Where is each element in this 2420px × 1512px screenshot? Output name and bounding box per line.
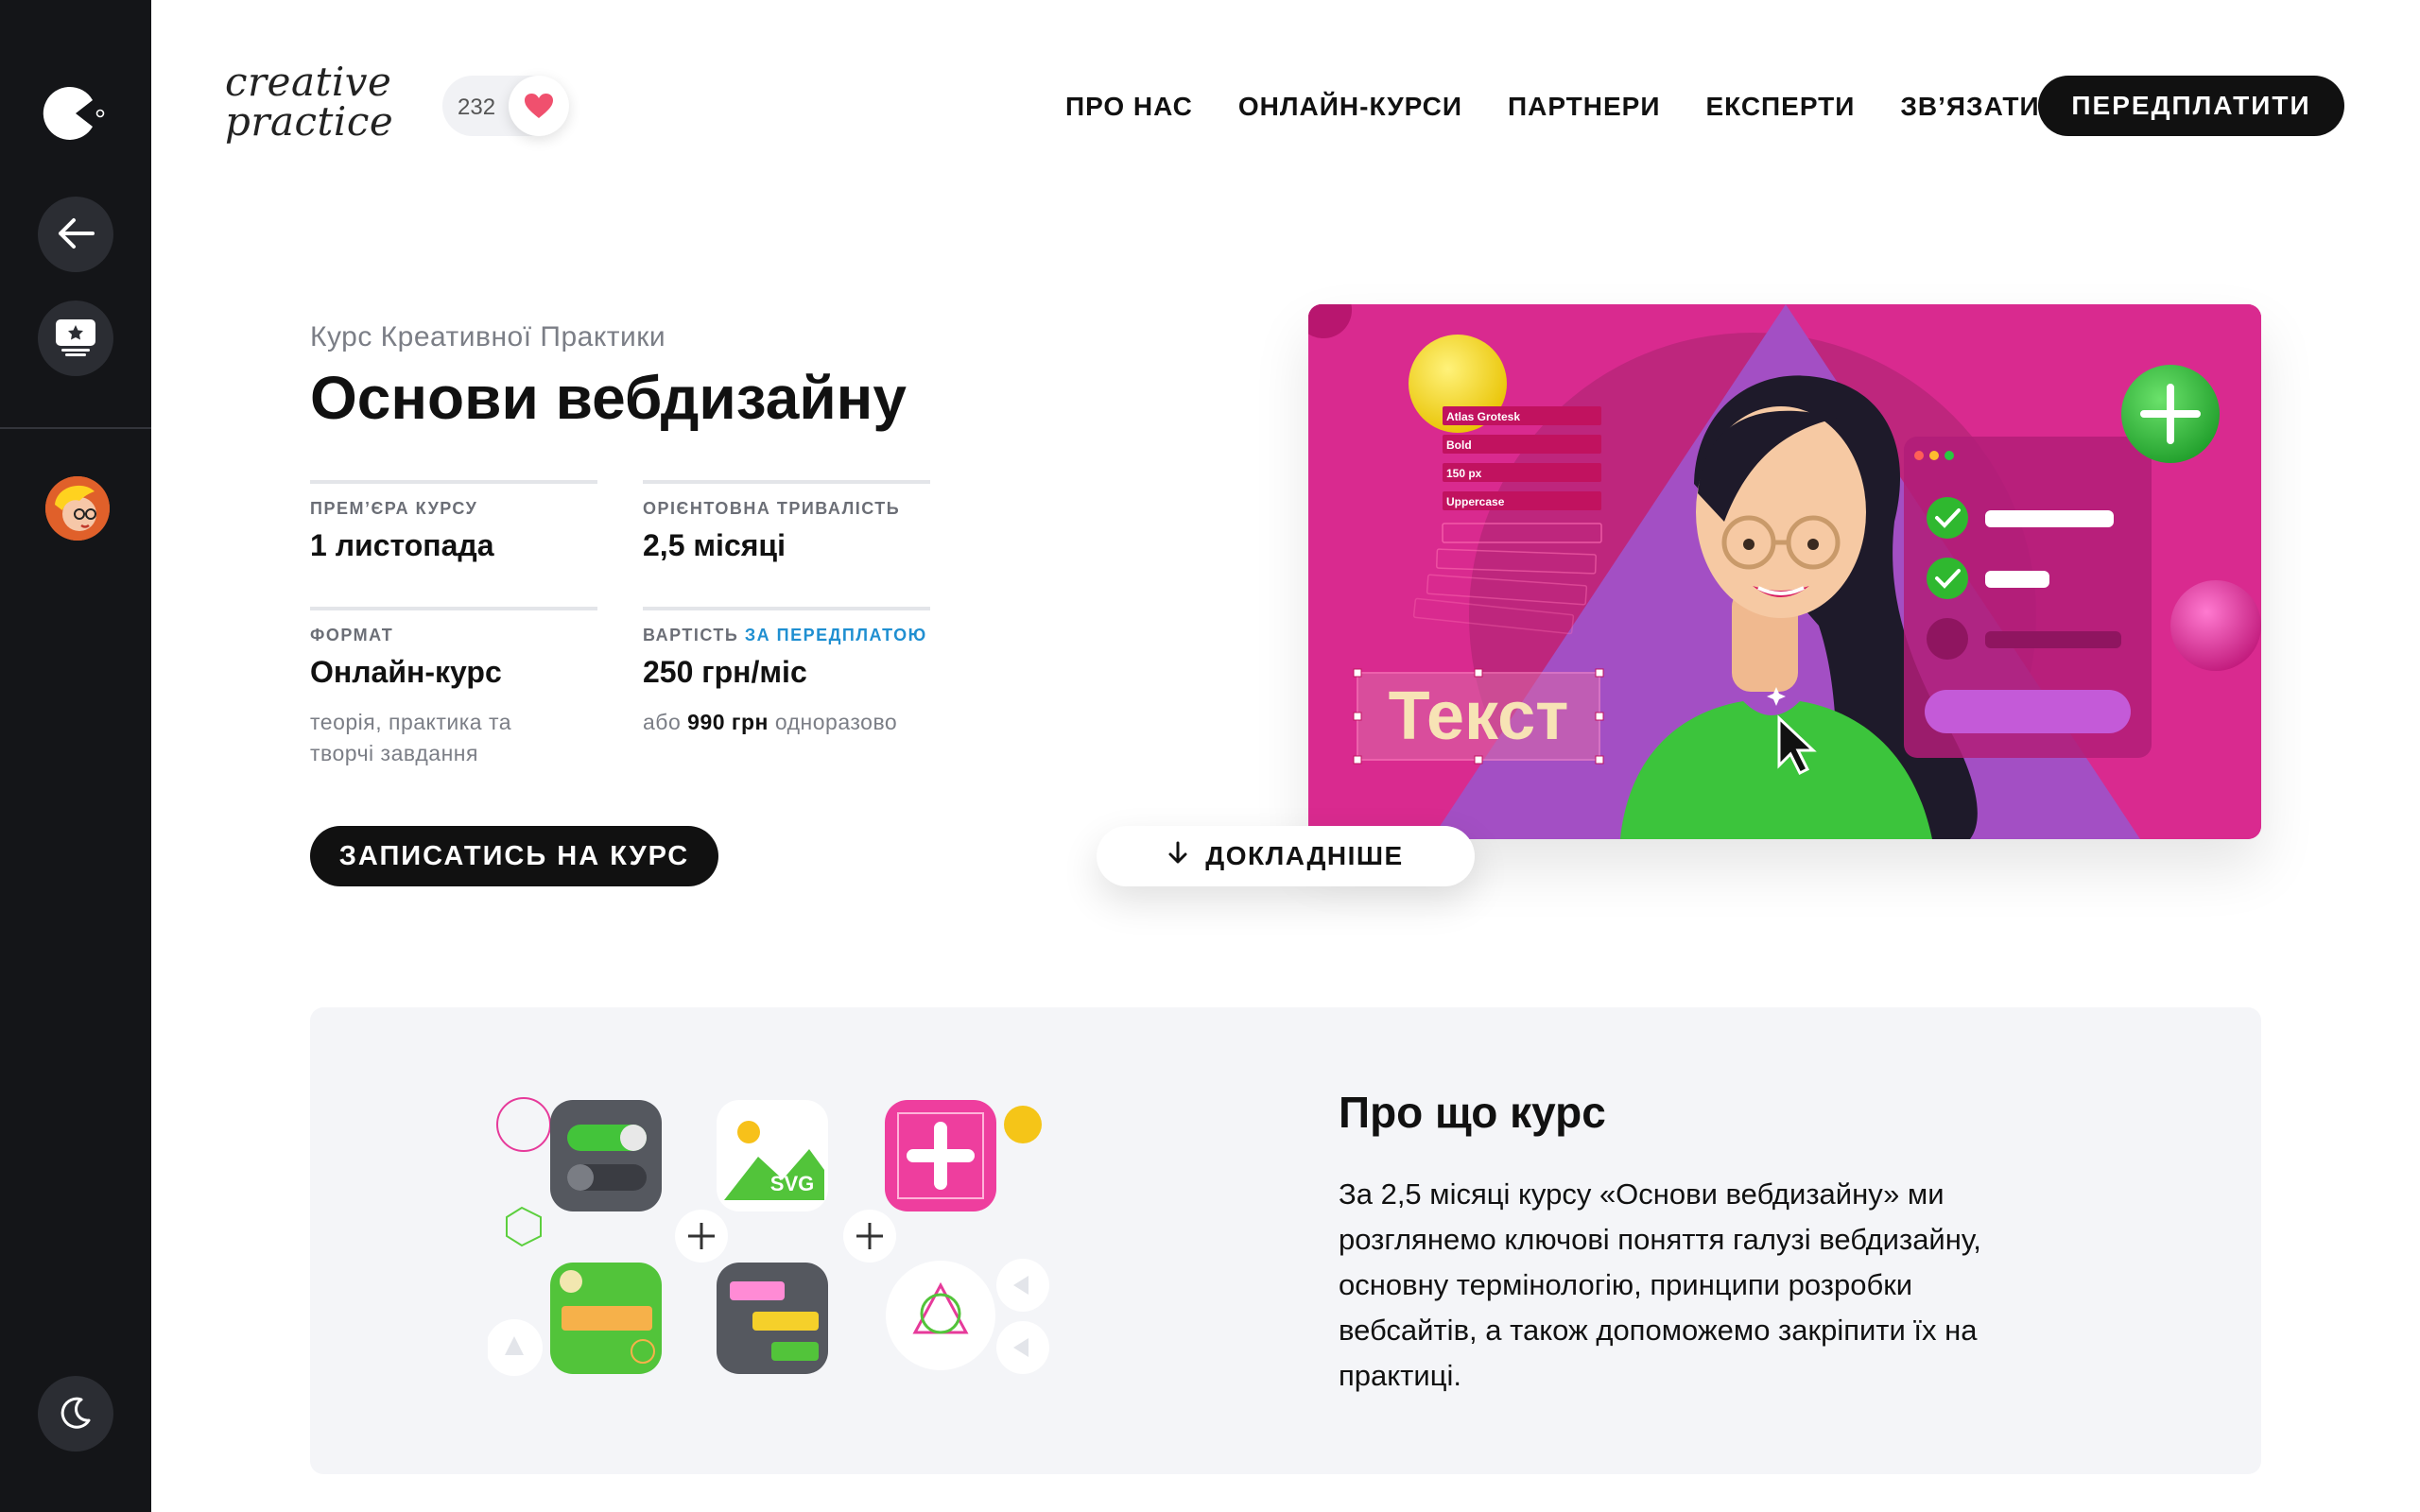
back-button[interactable]: [38, 197, 113, 272]
back-arrow-icon: [55, 213, 96, 257]
nav-item-experts[interactable]: ЕКСПЕРТИ: [1705, 92, 1855, 122]
price-note-suffix: одноразово: [774, 710, 898, 734]
heart-icon: [509, 76, 569, 136]
likes-count: 232: [458, 94, 496, 120]
brand-logo[interactable]: creative practice: [225, 62, 393, 142]
dropdown-size: 150 px: [1446, 467, 1482, 480]
price-label-text: ВАРТІСТЬ: [643, 626, 739, 644]
format-label: ФОРМАТ: [310, 626, 394, 644]
price-note-amount: 990 грн: [687, 710, 769, 734]
moon-icon: [57, 1394, 95, 1435]
price-value: 250 грн/міс: [643, 655, 807, 689]
premiere-block: ПРЕМ’ЄРА КУРСУ 1 листопада: [310, 480, 597, 563]
nav-item-partners[interactable]: ПАРТНЕРИ: [1508, 92, 1660, 122]
sidebar: [0, 0, 151, 1512]
subscribe-button[interactable]: ПЕРЕДПЛАТИТИ: [2038, 76, 2344, 136]
duration-value: 2,5 місяці: [643, 528, 786, 562]
hero-illustration: Текст Atlas Grotesk Bold 150 px Uppercas…: [1308, 304, 2261, 839]
enroll-button[interactable]: ЗАПИСАТИСЬ НА КУРС: [310, 826, 718, 886]
more-label: ДОКЛАДНІШЕ: [1205, 841, 1404, 870]
duration-block: ОРІЄНТОВНА ТРИВАЛІСТЬ 2,5 місяці: [643, 480, 930, 563]
tools-icons: SVG: [486, 1096, 1074, 1399]
page-title: Основи вебдизайну: [310, 364, 907, 432]
hero-sample-text: Текст: [1389, 679, 1569, 754]
premiere-value: 1 листопада: [310, 528, 494, 562]
main-nav: ПРО НАС ОНЛАЙН-КУРСИ ПАРТНЕРИ ЕКСПЕРТИ З…: [1065, 92, 2080, 122]
duration-label: ОРІЄНТОВНА ТРИВАЛІСТЬ: [643, 499, 901, 518]
more-button[interactable]: ДОКЛАДНІШЕ: [1097, 826, 1475, 886]
monitor-star-icon: [54, 318, 97, 360]
logo-icon[interactable]: [38, 83, 113, 144]
theme-toggle-button[interactable]: [38, 1376, 113, 1452]
price-label: ВАРТІСТЬ ЗА ПЕРЕДПЛАТОЮ: [643, 626, 930, 645]
nav-item-courses[interactable]: ОНЛАЙН-КУРСИ: [1238, 92, 1462, 122]
brand-line-1: creative: [225, 59, 392, 105]
about-title: Про що курс: [1339, 1088, 1606, 1137]
format-block: ФОРМАТ Онлайн-курс теорія, практика та т…: [310, 607, 597, 769]
dropdown-weight: Bold: [1446, 438, 1472, 452]
premiere-label: ПРЕМ’ЄРА КУРСУ: [310, 499, 478, 518]
format-note: теорія, практика та творчі завдання: [310, 710, 512, 765]
price-note: або 990 грн одноразово: [643, 707, 930, 738]
price-block: ВАРТІСТЬ ЗА ПЕРЕДПЛАТОЮ 250 грн/міс або …: [643, 607, 930, 738]
nav-item-about[interactable]: ПРО НАС: [1065, 92, 1193, 122]
course-kicker: Курс Креативної Практики: [310, 321, 666, 352]
price-note-prefix: або: [643, 710, 682, 734]
courses-button[interactable]: [38, 301, 113, 376]
about-section: SVG Про що курс За 2,5 місяці курсу «Осн…: [310, 1007, 2261, 1474]
avatar[interactable]: [45, 476, 110, 541]
dropdown-font: Atlas Grotesk: [1446, 410, 1520, 423]
svg-badge: SVG: [770, 1172, 814, 1195]
price-label-accent: ЗА ПЕРЕДПЛАТОЮ: [744, 626, 927, 644]
likes-button[interactable]: 232: [442, 76, 569, 136]
dropdown-case: Uppercase: [1446, 495, 1505, 508]
sidebar-divider: [0, 427, 151, 429]
format-value: Онлайн-курс: [310, 655, 502, 689]
about-text: За 2,5 місяці курсу «Основи вебдизайну» …: [1339, 1177, 1981, 1392]
arrow-down-icon: [1167, 841, 1188, 872]
brand-line-2: practice: [225, 98, 394, 145]
